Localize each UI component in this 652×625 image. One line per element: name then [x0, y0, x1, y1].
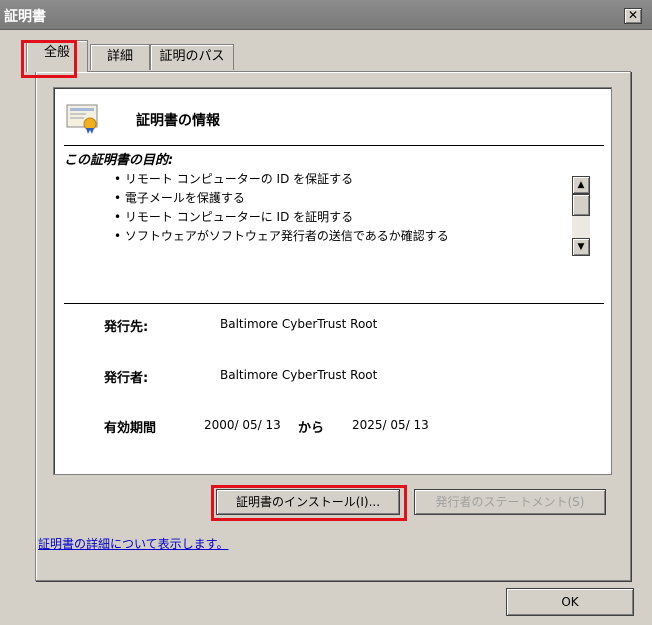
issuer-statement-button: 発行者のステートメント(S)	[414, 489, 606, 515]
divider	[64, 145, 604, 146]
divider	[64, 303, 604, 304]
certificate-details-link[interactable]: 証明書の詳細について表示します。	[38, 535, 228, 552]
scroll-thumb[interactable]	[572, 194, 590, 216]
close-button[interactable]: ✕	[624, 8, 642, 24]
purpose-heading: この証明書の目的:	[64, 153, 174, 168]
scroll-down-icon[interactable]: ▼	[572, 238, 590, 256]
title-bar: 証明書 ✕	[0, 0, 652, 30]
certificate-info-box: 証明書の情報 この証明書の目的: リモート コンピューターの ID を保証する …	[53, 87, 612, 475]
valid-to-value: 2025/ 05/ 13	[352, 418, 429, 432]
tab-certification-path[interactable]: 証明のパス	[150, 44, 234, 70]
issued-to-label: 発行先:	[104, 320, 149, 335]
tab-highlight-box	[21, 40, 77, 78]
certificate-dialog: 証明書 ✕ 全般 詳細 証明のパス 証明書の情報 この証明書の目的: リモート …	[0, 0, 652, 625]
list-item: リモート コンピューターの ID を保証する	[114, 170, 449, 189]
list-item: リモート コンピューターに ID を証明する	[114, 208, 449, 227]
list-item: ソフトウェアがソフトウェア発行者の送信であるか確認する	[114, 227, 449, 246]
validity-label: 有効期間	[104, 421, 157, 436]
issued-by-label: 発行者:	[104, 371, 149, 386]
ok-button[interactable]: OK	[506, 588, 634, 616]
install-highlight-box	[211, 485, 407, 521]
purpose-list: リモート コンピューターの ID を保証する 電子メールを保護する リモート コ…	[114, 170, 449, 246]
issued-to-value: Baltimore CyberTrust Root	[220, 317, 378, 331]
valid-from-value: 2000/ 05/ 13	[204, 418, 281, 432]
scroll-up-icon[interactable]: ▲	[572, 176, 590, 194]
valid-to-word: から	[298, 421, 325, 436]
issued-by-value: Baltimore CyberTrust Root	[220, 368, 378, 382]
tab-details[interactable]: 詳細	[90, 44, 150, 70]
purpose-scrollbar[interactable]: ▲ ▼	[572, 176, 590, 256]
info-title: 証明書の情報	[136, 113, 220, 129]
list-item: 電子メールを保護する	[114, 189, 449, 208]
window-title: 証明書	[4, 9, 46, 25]
certificate-icon	[66, 104, 98, 134]
